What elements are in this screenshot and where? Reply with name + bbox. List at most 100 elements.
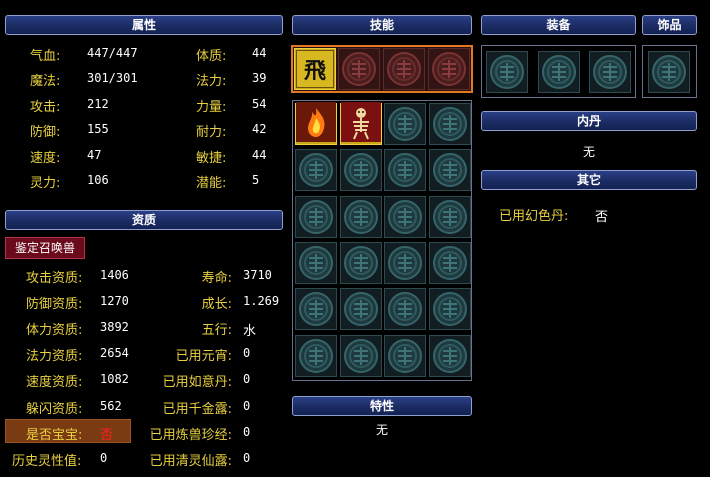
aptitude-value: 1082 [100, 372, 129, 387]
skill-slot-empty[interactable] [384, 195, 426, 238]
attribute-value: 212 [87, 96, 109, 111]
attribute-label: 耐力: [196, 125, 227, 141]
attribute-label: 速度: [30, 150, 61, 166]
skills-header: 技能 [292, 15, 472, 35]
attribute-value: 106 [87, 173, 109, 187]
skill-slot-empty[interactable] [428, 103, 471, 145]
aptitude-value: 1270 [100, 294, 129, 309]
fly-rune-glyph: 飛 [303, 58, 326, 84]
attribute-value: 44 [252, 46, 267, 60]
aptitude-label: 已用清灵仙露: [149, 453, 232, 469]
attribute-value: 42 [252, 122, 267, 137]
skill-slot-empty[interactable] [384, 334, 426, 377]
attribute-value: 301/301 [87, 71, 138, 86]
neidan-header: 内丹 [481, 111, 697, 131]
attributes-header: 属性 [5, 15, 283, 35]
aptitude-label: 已用炼兽珍经: [149, 427, 232, 443]
attribute-label: 力量: [196, 99, 227, 115]
attribute-value: 447/447 [87, 46, 138, 60]
skill-slot-empty[interactable] [339, 149, 382, 192]
skill-slot[interactable] [295, 102, 337, 145]
skeleton-skill-icon [340, 102, 381, 146]
special-skill-slot-empty[interactable] [428, 48, 470, 90]
special-skill-slot-empty[interactable] [338, 48, 380, 90]
aptitude-value: 3892 [100, 320, 129, 335]
aptitude-header: 资质 [5, 210, 283, 230]
equipment-slot-1[interactable] [486, 51, 528, 93]
skill-slot-empty[interactable] [339, 288, 382, 331]
aptitude-value: 0 [243, 424, 251, 439]
attribute-value: 54 [252, 96, 267, 111]
skill-slot-empty[interactable] [295, 241, 337, 284]
skill-slot-empty[interactable] [295, 334, 337, 377]
equipment-slot-3[interactable] [589, 51, 631, 93]
aptitude-value: 3710 [243, 268, 272, 282]
aptitude-label: 历史灵性值: [12, 453, 82, 469]
neidan-value: 无 [582, 145, 595, 159]
skill-slot-empty[interactable] [384, 149, 426, 192]
attribute-value: 5 [252, 173, 260, 187]
skill-slot-empty[interactable] [428, 195, 471, 238]
aptitude-label: 法力资质: [26, 349, 83, 365]
accessory-slot[interactable] [648, 51, 690, 93]
aptitude-value: 0 [243, 346, 251, 361]
skill-slot-empty[interactable] [339, 241, 382, 284]
aptitude-label: 躲闪资质: [26, 401, 83, 417]
attribute-label: 防御: [30, 125, 61, 141]
aptitude-label: 已用千金露: [162, 401, 232, 417]
special-skill-row: 飛 [291, 45, 473, 93]
skill-slot-empty[interactable] [384, 103, 426, 145]
aptitude-value: 562 [100, 398, 122, 413]
skill-slot-empty[interactable] [384, 288, 426, 331]
special-skill-slot-empty[interactable] [383, 48, 425, 90]
skill-slot[interactable] [339, 102, 382, 146]
skill-slot-empty[interactable] [428, 334, 471, 377]
skill-slot-empty[interactable] [384, 241, 426, 284]
aptitude-label: 已用元宵: [175, 349, 232, 365]
used-color-pill-label: 已用幻色丹: [499, 209, 569, 224]
attribute-label: 体质: [196, 49, 227, 64]
skill-slot-empty[interactable] [428, 288, 471, 331]
used-color-pill-value: 否 [595, 210, 609, 225]
skill-slot-empty[interactable] [339, 334, 382, 377]
attribute-value: 47 [87, 147, 102, 162]
other-header: 其它 [481, 170, 697, 190]
skill-slot-empty[interactable] [428, 241, 471, 284]
skill-grid [292, 100, 472, 381]
skill-slot-empty[interactable] [295, 195, 337, 238]
aptitude-value: 1.269 [243, 294, 280, 309]
skill-slot-empty[interactable] [428, 149, 471, 192]
aptitude-label: 攻击资质: [26, 271, 83, 286]
equipment-slot-2[interactable] [538, 51, 580, 93]
aptitude-value: 2654 [100, 346, 129, 361]
attribute-label: 法力: [196, 74, 227, 90]
attribute-label: 敏捷: [196, 150, 227, 166]
skill-slot-empty[interactable] [339, 195, 382, 238]
special-skill-slot[interactable]: 飛 [294, 48, 336, 90]
skill-slot-empty[interactable] [295, 149, 337, 192]
skill-slot-empty[interactable] [295, 288, 337, 331]
aptitude-label: 速度资质: [26, 375, 83, 391]
aptitude-value: 0 [100, 450, 108, 465]
aptitude-label: 五行: [201, 323, 232, 339]
identify-summon-button[interactable]: 鉴定召唤兽 [5, 237, 85, 259]
attribute-label: 攻击: [30, 99, 61, 115]
is-baby-value: 否 [100, 427, 114, 443]
attribute-label: 灵力: [30, 176, 61, 191]
aptitude-value: 0 [243, 372, 251, 387]
trait-value: 无 [375, 423, 388, 437]
aptitude-label: 是否宝宝: [26, 427, 83, 443]
trait-header: 特性 [292, 396, 472, 416]
attribute-value: 44 [252, 147, 267, 162]
attribute-value: 155 [87, 122, 109, 137]
accessory-header: 饰品 [642, 15, 697, 35]
equipment-header: 装备 [481, 15, 636, 35]
equipment-slots [481, 45, 636, 98]
aptitude-value: 水 [243, 324, 257, 340]
attribute-label: 气血: [30, 49, 61, 64]
attribute-label: 潜能: [196, 176, 227, 191]
aptitude-value: 0 [243, 450, 251, 465]
aptitude-value: 1406 [100, 268, 129, 282]
aptitude-label: 成长: [201, 297, 232, 313]
attribute-value: 39 [252, 71, 267, 86]
